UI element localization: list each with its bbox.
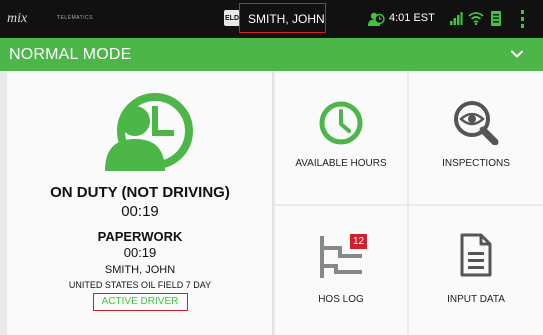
activity-label: PAPERWORK xyxy=(97,229,183,244)
mode-title: NORMAL MODE xyxy=(9,46,132,63)
available-hours-label: AVAILABLE HOURS xyxy=(295,158,387,169)
inspections-label: INSPECTIONS xyxy=(442,158,510,169)
clock-time: 4:01 EST xyxy=(389,12,435,24)
hos-log-tile[interactable]: 12 HOS LOG xyxy=(275,206,407,335)
available-hours-tile[interactable]: AVAILABLE HOURS xyxy=(275,71,407,204)
document-status-icon[interactable] xyxy=(490,10,502,27)
mode-bar[interactable]: NORMAL MODE xyxy=(0,38,543,71)
duty-status-label: ON DUTY (NOT DRIVING) xyxy=(50,184,230,201)
input-data-tile[interactable]: INPUT DATA xyxy=(409,206,543,335)
duty-status-time: 00:19 xyxy=(121,203,159,220)
magnifier-eye-icon xyxy=(454,101,499,145)
inspections-tile[interactable]: INSPECTIONS xyxy=(409,71,543,204)
clock-icon xyxy=(319,101,363,145)
chevron-down-icon[interactable] xyxy=(510,47,524,61)
document-icon xyxy=(460,233,492,277)
ruleset-label: UNITED STATES OIL FIELD 7 DAY xyxy=(68,280,212,290)
signal-icon xyxy=(450,12,463,25)
active-driver-label: ACTIVE DRIVER xyxy=(101,296,179,307)
hos-log-label: HOS LOG xyxy=(318,294,364,305)
duty-status-icon[interactable] xyxy=(367,10,385,28)
overflow-menu-icon[interactable] xyxy=(519,10,525,28)
eld-badge[interactable]: ELD xyxy=(224,10,240,26)
driver-name-header[interactable]: SMITH, JOHN xyxy=(248,12,325,26)
mix-logo: mix xyxy=(7,11,28,26)
wifi-icon xyxy=(468,12,484,26)
activity-time: 00:19 xyxy=(123,245,157,260)
input-data-label: INPUT DATA xyxy=(447,294,505,305)
duty-status-panel[interactable]: ON DUTY (NOT DRIVING) 00:19 PAPERWORK 00… xyxy=(7,71,273,335)
driver-name: SMITH, JOHN xyxy=(104,264,176,276)
logo-subtitle: TELEMATICS xyxy=(57,15,94,21)
on-duty-driver-icon xyxy=(105,93,193,171)
hos-log-count-badge: 12 xyxy=(350,234,367,249)
status-bar: mix TELEMATICS ELD SMITH, JOHN 4:01 EST xyxy=(0,0,543,38)
